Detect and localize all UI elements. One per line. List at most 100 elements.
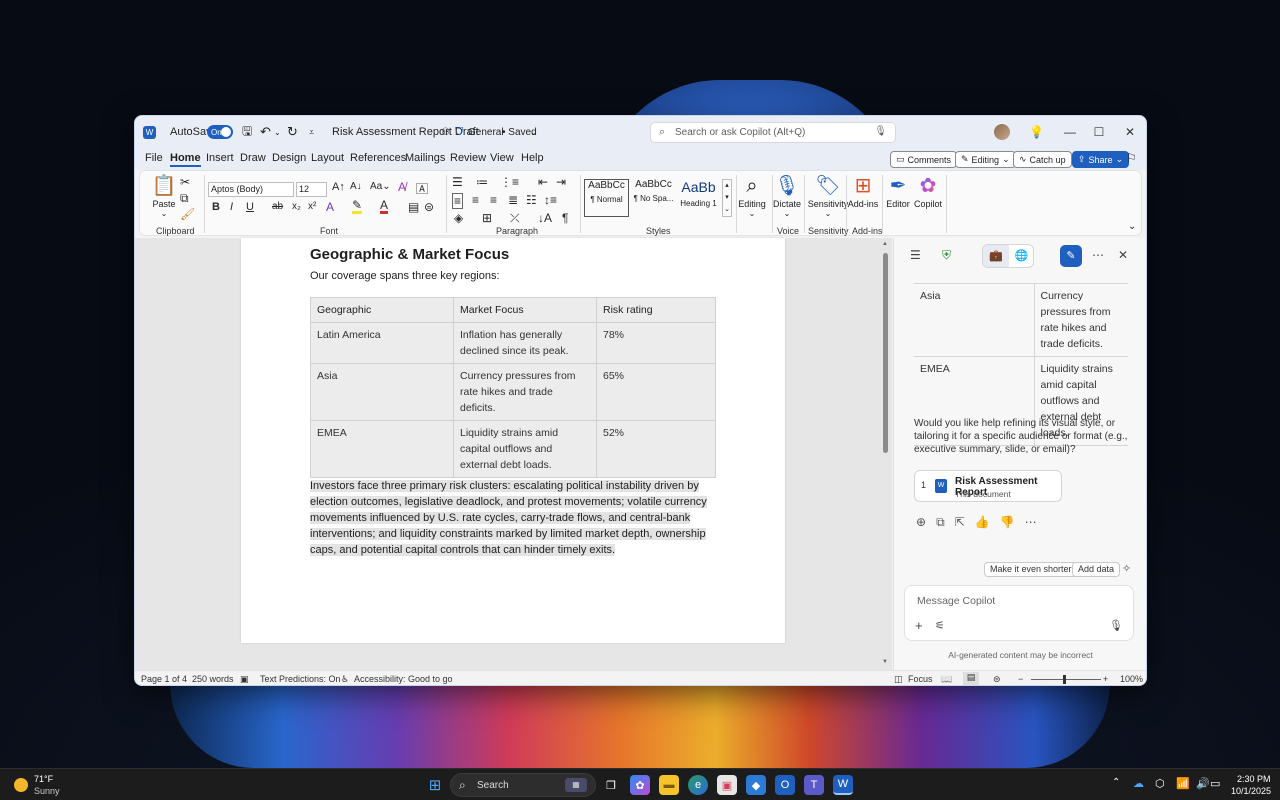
format-painter-icon[interactable]: 🖌 bbox=[180, 207, 195, 221]
onedrive-icon[interactable]: ☁ bbox=[1133, 777, 1144, 790]
chevron-down-icon[interactable]: ⌄ bbox=[530, 116, 538, 148]
more-icon[interactable]: ⋯ bbox=[1025, 515, 1037, 530]
underline-icon[interactable]: U bbox=[246, 201, 254, 213]
tab-view[interactable]: View bbox=[490, 152, 514, 164]
tab-design[interactable]: Design bbox=[272, 152, 306, 164]
web-layout-icon[interactable]: ⊜ bbox=[993, 674, 1001, 685]
cut-icon[interactable]: ✂ bbox=[180, 175, 190, 189]
text-predictions[interactable]: Text Predictions: On bbox=[260, 674, 341, 684]
accessibility-status[interactable]: Accessibility: Good to go bbox=[354, 674, 453, 684]
dictate-button[interactable]: 🎙 Dictate ⌄ bbox=[767, 175, 807, 218]
customize-toolbar-icon[interactable]: ⩡ bbox=[309, 116, 314, 148]
shading-icon[interactable]: ◈ bbox=[454, 211, 463, 225]
borders-icon[interactable]: ⊞ bbox=[482, 211, 492, 225]
word-count[interactable]: 250 words bbox=[192, 674, 234, 684]
tab-layout[interactable]: Layout bbox=[311, 152, 344, 164]
weather-desc[interactable]: Sunny bbox=[34, 786, 60, 796]
copilot-button[interactable]: ✿ Copilot bbox=[908, 175, 948, 209]
enclose-characters-icon[interactable]: ⊜ bbox=[424, 200, 434, 214]
save-icon[interactable]: 🖫 bbox=[242, 116, 252, 148]
dev-home-icon[interactable]: ◆ bbox=[746, 775, 766, 795]
tab-references[interactable]: References bbox=[350, 152, 406, 164]
share-button[interactable]: ⇪ Share ⌄ bbox=[1072, 151, 1130, 168]
weather-temp[interactable]: 71°F bbox=[34, 774, 53, 784]
style-heading-1[interactable]: AaBb Heading 1 bbox=[676, 179, 721, 217]
tab-mailings[interactable]: Mailings bbox=[405, 152, 445, 164]
clock-date[interactable]: 10/1/2025 bbox=[1231, 786, 1271, 796]
mode-switch[interactable]: 💼 🌐 bbox=[982, 244, 1034, 268]
grow-font-icon[interactable]: A↑ bbox=[332, 181, 345, 193]
zoom-slider-thumb[interactable] bbox=[1063, 675, 1066, 684]
thumbs-down-icon[interactable]: 👎 bbox=[1000, 515, 1015, 530]
volume-icon[interactable]: 🔊 bbox=[1196, 777, 1210, 790]
scroll-up-icon[interactable]: ▲ bbox=[882, 241, 888, 247]
minimize-button[interactable]: — bbox=[1054, 116, 1086, 148]
menu-icon[interactable]: ☰ bbox=[910, 248, 921, 262]
outlook-icon[interactable]: O bbox=[775, 775, 795, 795]
copilot-message-input[interactable]: Message Copilot + ⚟ 🎙 bbox=[904, 585, 1134, 641]
align-center-icon[interactable]: ≡ bbox=[472, 193, 479, 207]
style-no-spacing[interactable]: AaBbCc ¶ No Spa... bbox=[631, 179, 676, 217]
reference-card[interactable]: 1 W Risk Assessment Report This document bbox=[914, 470, 1062, 502]
print-layout-icon[interactable]: ▤ bbox=[963, 672, 979, 685]
align-left-icon[interactable]: ≡ bbox=[452, 193, 464, 209]
focus-button[interactable]: Focus bbox=[908, 674, 933, 684]
bold-icon[interactable]: B bbox=[212, 201, 220, 213]
undo-icon[interactable]: ↶ bbox=[260, 116, 271, 148]
feedback-icon[interactable]: ⚐ bbox=[1126, 151, 1137, 165]
show-marks-icon[interactable]: ¶ bbox=[562, 211, 568, 225]
close-icon[interactable]: ✕ bbox=[1118, 248, 1128, 262]
suggestion-chip[interactable]: Make it even shorter bbox=[984, 562, 1078, 577]
maximize-button[interactable]: ☐ bbox=[1083, 116, 1115, 148]
sensitivity-label[interactable]: General bbox=[468, 116, 504, 148]
character-shading-icon[interactable]: ▤ bbox=[408, 200, 419, 214]
subscript-icon[interactable]: x₂ bbox=[292, 201, 301, 212]
text-effects-icon[interactable]: A bbox=[326, 200, 334, 214]
paste-button[interactable]: 📋 Paste ⌄ bbox=[144, 175, 184, 218]
word-taskbar-icon[interactable]: W bbox=[833, 775, 853, 795]
document-scrollbar[interactable]: ▲ ▼ bbox=[882, 241, 890, 665]
add-icon[interactable]: ⊕ bbox=[916, 515, 926, 530]
regions-table[interactable]: Geographic Market Focus Risk rating Lati… bbox=[310, 297, 716, 478]
selected-paragraph[interactable]: Investors face three primary risk cluste… bbox=[310, 478, 720, 558]
zoom-in-icon[interactable]: + bbox=[1103, 674, 1108, 684]
line-spacing-icon[interactable]: ↕≡ bbox=[544, 193, 557, 207]
avatar[interactable] bbox=[994, 116, 1010, 148]
font-size-select[interactable]: 12 bbox=[296, 182, 327, 197]
read-mode-icon[interactable]: 📖 bbox=[941, 674, 952, 685]
bullets-icon[interactable]: ☰ bbox=[452, 175, 463, 189]
suggestion-chip[interactable]: Add data bbox=[1072, 562, 1121, 577]
briefcase-icon[interactable]: 💼 bbox=[983, 245, 1009, 267]
font-name-select[interactable]: Aptos (Body) bbox=[208, 182, 294, 197]
taskbar-search[interactable]: ⌕ Search ▦ bbox=[450, 773, 596, 797]
settings-sliders-icon[interactable]: ⚟ bbox=[935, 619, 945, 632]
prompt-guide-icon[interactable]: ✧ bbox=[1122, 562, 1131, 575]
search-input[interactable]: ⌕ Search or ask Copilot (Alt+Q) 🎙 bbox=[650, 122, 896, 143]
increase-indent-icon[interactable]: ⇥ bbox=[556, 175, 566, 189]
scroll-down-icon[interactable]: ▼ bbox=[882, 659, 888, 665]
copy-icon[interactable]: ⧉ bbox=[936, 515, 945, 530]
zoom-out-icon[interactable]: − bbox=[1018, 674, 1023, 684]
wifi-icon[interactable]: 📶 bbox=[1176, 777, 1190, 790]
sort-icon[interactable]: ↓A bbox=[538, 211, 552, 225]
undo-dropdown-icon[interactable]: ⌄ bbox=[274, 116, 281, 148]
copy-icon[interactable]: ⧉ bbox=[180, 191, 189, 206]
collapse-ribbon-icon[interactable]: ⌄ bbox=[1128, 221, 1136, 232]
microphone-icon[interactable]: 🎙 bbox=[874, 126, 887, 137]
export-icon[interactable]: ⇱ bbox=[955, 515, 965, 530]
numbering-icon[interactable]: ≔ bbox=[476, 175, 488, 189]
chinese-layout-icon[interactable]: ⤫ bbox=[510, 211, 520, 226]
decrease-indent-icon[interactable]: ⇤ bbox=[538, 175, 548, 189]
distributed-icon[interactable]: ☷ bbox=[526, 193, 537, 207]
tab-review[interactable]: Review bbox=[450, 152, 486, 164]
tab-home[interactable]: Home bbox=[170, 152, 201, 167]
proofing-icon[interactable]: ▣ bbox=[240, 674, 249, 685]
justify-icon[interactable]: ≣ bbox=[508, 193, 518, 207]
security-icon[interactable]: ⬡ bbox=[1155, 777, 1165, 790]
zoom-level[interactable]: 100% bbox=[1120, 674, 1143, 684]
more-options-icon[interactable]: ⋯ bbox=[1092, 248, 1104, 262]
new-chat-icon[interactable]: ✎ bbox=[1060, 245, 1082, 267]
editing-mode-button[interactable]: ✎ Editing ⌄ bbox=[955, 151, 1016, 168]
superscript-icon[interactable]: x² bbox=[308, 201, 316, 212]
battery-icon[interactable]: ▭ bbox=[1210, 777, 1220, 790]
